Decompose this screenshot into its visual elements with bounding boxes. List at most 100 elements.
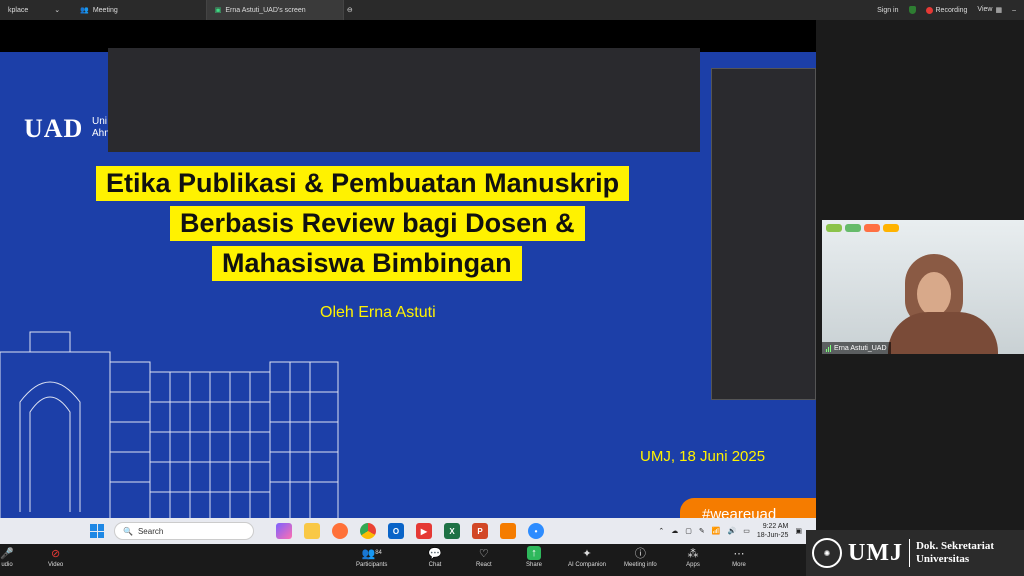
- view-button[interactable]: View ▦: [977, 6, 1002, 14]
- camera-off-icon: ⊘: [51, 547, 61, 560]
- share-button[interactable]: ↑ Share: [526, 546, 542, 568]
- react-button[interactable]: ♡ React: [476, 546, 492, 569]
- top-right-controls: Sign in Recording View ▦ –: [877, 0, 1016, 20]
- recording-label: Recording: [935, 6, 968, 14]
- apps-icon: ⁂: [687, 547, 699, 560]
- building-illustration: [0, 331, 339, 542]
- app-icon[interactable]: [500, 523, 516, 539]
- cloud-icon[interactable]: ☁: [671, 527, 678, 535]
- watermark-divider: [908, 539, 910, 567]
- participants-button[interactable]: 👥 84 Participants: [356, 546, 388, 569]
- share-label: Share: [526, 562, 543, 568]
- slide-byline: Oleh Erna Astuti: [320, 304, 436, 321]
- shield-icon: [908, 6, 916, 14]
- sparkle-icon: ✦: [582, 547, 592, 560]
- watermark-line2: Universitas: [915, 553, 970, 565]
- watermark-line1: Dok. Sekretariat: [915, 540, 994, 552]
- meeting-info-label: Meeting info: [624, 562, 657, 568]
- system-tray: ⌃ ☁ ▢ ✎ 📶 🔊 ▭ 9:22 AM 18-Jun-25 ▣: [658, 518, 802, 544]
- meeting-info-button[interactable]: ⓘ Meeting info: [624, 546, 657, 568]
- chevron-up-icon[interactable]: ⌃: [658, 527, 664, 535]
- tab-meeting[interactable]: 👥 Meeting: [72, 0, 126, 20]
- mic-muted-icon: 🎤: [0, 547, 14, 560]
- slide-title-line3: Mahasiswa Bimbingan: [212, 246, 522, 281]
- umj-watermark: ✺ UMJ Dok. Sekretariat Universitas: [806, 530, 1024, 576]
- recording-indicator[interactable]: Recording: [925, 6, 968, 14]
- watermark-caption: Dok. Sekretariat Universitas: [916, 540, 994, 566]
- participants-icon: 👥 84: [361, 547, 382, 560]
- background-logos: [826, 224, 899, 232]
- search-icon: 🔍: [123, 526, 133, 536]
- battery-icon[interactable]: ▭: [743, 527, 750, 535]
- system-clock[interactable]: 9:22 AM 18-Jun-25: [757, 522, 789, 540]
- heart-icon: ♡: [478, 547, 489, 560]
- audio-button[interactable]: 🎤 udio: [0, 546, 14, 569]
- more-icon: ⋯: [733, 547, 745, 560]
- volume-icon[interactable]: 🔊: [728, 527, 737, 535]
- slide-title-line1: Etika Publikasi & Pembuatan Manuskrip: [96, 166, 630, 201]
- chat-button[interactable]: 💬 Chat: [428, 546, 442, 569]
- tab-menu-icon[interactable]: ⊖: [347, 6, 353, 14]
- zoom-window: kplace ⌄ 👥 Meeting ▣ Erna Astuti_UAD's s…: [0, 0, 1024, 576]
- powerpoint-icon[interactable]: P: [472, 523, 488, 539]
- ai-companion-label: AI Companion: [568, 562, 607, 568]
- meeting-toolbar: 🎤 udio ⊘ Video 👥 84 Participants 💬 Chat ♡…: [0, 544, 800, 576]
- windows-start-icon[interactable]: [90, 524, 104, 538]
- taskbar-apps: O ▶ X P •: [276, 523, 544, 539]
- file-explorer-icon[interactable]: [304, 523, 320, 539]
- youtube-icon[interactable]: ▶: [416, 523, 432, 539]
- search-label: Search: [137, 526, 164, 536]
- clock-date: 18-Jun-25: [756, 532, 789, 539]
- signin-link[interactable]: Sign in: [877, 7, 898, 14]
- tab-screen-label: Erna Astuti_UAD's screen: [225, 6, 306, 14]
- people-icon: 👥: [80, 7, 89, 14]
- apps-button[interactable]: ⁂ Apps: [686, 546, 700, 569]
- video-button[interactable]: ⊘ Video: [48, 546, 64, 569]
- redacted-area-right: [711, 68, 816, 400]
- video-label: Video: [48, 562, 64, 568]
- umj-logo-text: UMJ: [848, 539, 903, 566]
- uad-logo: UAD: [24, 114, 84, 143]
- clock-time: 9:22 AM: [762, 523, 789, 530]
- view-label: View: [977, 6, 993, 13]
- copilot-icon[interactable]: [276, 523, 292, 539]
- top-bar: kplace ⌄ 👥 Meeting ▣ Erna Astuti_UAD's s…: [0, 0, 1024, 20]
- signal-icon: [826, 344, 831, 352]
- taskbar-search[interactable]: 🔍 Search: [114, 522, 254, 540]
- react-label: React: [476, 562, 492, 568]
- zoom-icon[interactable]: •: [528, 523, 544, 539]
- excel-icon[interactable]: X: [444, 523, 460, 539]
- firefox-icon[interactable]: [332, 523, 348, 539]
- screen-share-icon: ▣: [214, 7, 222, 14]
- info-icon: ⓘ: [634, 548, 646, 560]
- apps-label: Apps: [686, 562, 700, 568]
- participants-label: Participants: [356, 562, 388, 568]
- participant-name-tag: Erna Astuti_UAD: [822, 342, 891, 354]
- chevron-down-icon: ⌄: [54, 7, 61, 14]
- participant-name: Erna Astuti_UAD: [834, 344, 887, 352]
- minimize-icon[interactable]: –: [1012, 7, 1016, 14]
- share-screen-icon: ↑: [527, 546, 541, 560]
- chat-label: Chat: [428, 562, 442, 568]
- tab-meeting-label: Meeting: [92, 6, 118, 14]
- umj-seal-icon: ✺: [812, 538, 842, 568]
- notification-icon[interactable]: ▣: [795, 527, 802, 535]
- windows-taskbar: 🔍 Search O ▶ X P • ⌃ ☁ ▢ ✎ 📶 🔊 ▭ 9:22 AM: [0, 518, 816, 544]
- audio-label: udio: [1, 562, 13, 568]
- outlook-icon[interactable]: O: [388, 523, 404, 539]
- workplace-menu[interactable]: kplace ⌄: [0, 0, 68, 20]
- redacted-area-top: [108, 48, 700, 152]
- participant-face: [917, 272, 951, 316]
- more-label: More: [732, 562, 746, 568]
- more-button[interactable]: ⋯ More: [732, 546, 746, 569]
- slide-title-line2: Berbasis Review bagi Dosen &: [170, 206, 585, 241]
- shared-screen: UAD Uni Ahm Etika Publikasi & Pembuatan …: [0, 20, 816, 542]
- chat-icon: 💬: [428, 547, 442, 560]
- ai-companion-button[interactable]: ✦ AI Companion: [568, 546, 607, 569]
- tray-app-icon[interactable]: ▢: [685, 527, 692, 535]
- tab-shared-screen[interactable]: ▣ Erna Astuti_UAD's screen ⊖: [205, 0, 353, 20]
- chrome-icon[interactable]: [360, 523, 376, 539]
- slide-date: UMJ, 18 Juni 2025: [640, 448, 766, 465]
- pen-icon[interactable]: ✎: [699, 527, 705, 535]
- wifi-icon[interactable]: 📶: [712, 527, 721, 535]
